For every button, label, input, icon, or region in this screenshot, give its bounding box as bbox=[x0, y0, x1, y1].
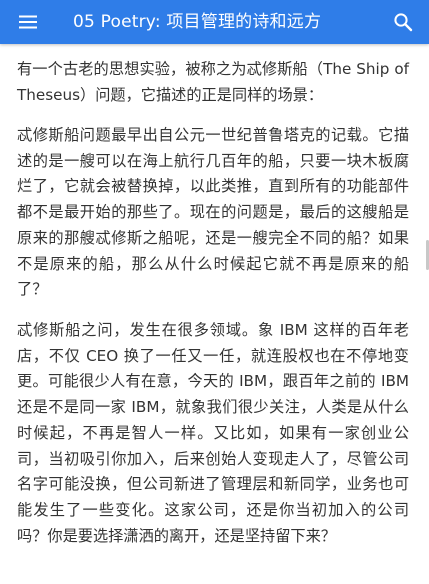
paragraph: 忒修斯船问题最早出自公元一世纪普鲁塔克的记载。它描述的是一艘可以在海上航行几百年… bbox=[17, 126, 409, 299]
search-button[interactable] bbox=[387, 6, 419, 38]
menu-icon bbox=[19, 15, 37, 29]
paragraph: 忒修斯船之问，发生在很多领域。象 IBM 这样的百年老店，不仅 CEO 换了一任… bbox=[17, 321, 409, 545]
search-icon bbox=[394, 13, 413, 32]
page-title: 05 Poetry: 项目管理的诗和远方 bbox=[73, 12, 322, 32]
menu-button[interactable] bbox=[10, 6, 46, 38]
app-bar: 05 Poetry: 项目管理的诗和远方 bbox=[0, 0, 429, 44]
article-content[interactable]: 有一个古老的思想实验，被称之为忒修斯船（The Ship of Theseus）… bbox=[0, 44, 429, 584]
paragraph: 有一个古老的思想实验，被称之为忒修斯船（The Ship of Theseus）… bbox=[17, 60, 409, 104]
